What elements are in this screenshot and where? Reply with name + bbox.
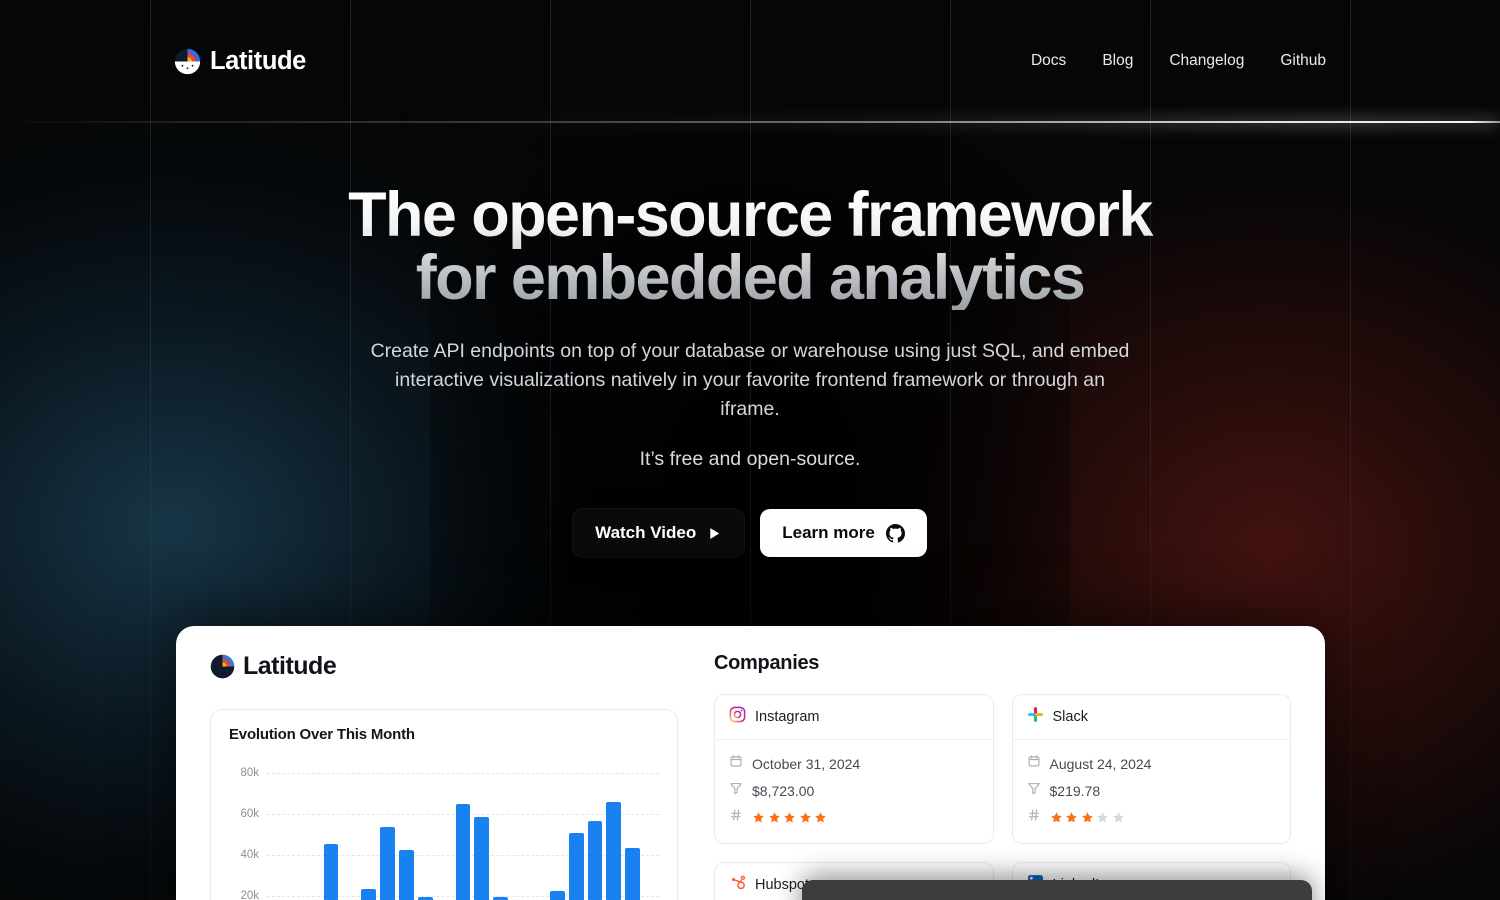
star-icon [1112, 812, 1124, 823]
star-icon [1081, 812, 1093, 823]
funnel-icon [1027, 781, 1041, 800]
y-tick-label: 80k [240, 767, 259, 779]
funnel-icon [729, 781, 743, 800]
star-icon [768, 812, 780, 823]
brand-logo[interactable]: Latitude [174, 47, 306, 76]
main-nav: Docs Blog Changelog Github [1031, 52, 1326, 70]
chart-bar[interactable] [587, 821, 603, 900]
hubspot-icon [729, 874, 746, 896]
chart-plot-area [267, 757, 659, 900]
hash-icon [729, 808, 743, 827]
star-icon [784, 812, 795, 823]
rating-stars [752, 811, 827, 824]
rating-stars [1050, 811, 1125, 824]
companies-heading: Companies [714, 652, 820, 674]
company-name: Slack [1052, 709, 1088, 725]
hash-icon [1027, 808, 1041, 827]
company-name: Instagram [755, 709, 820, 725]
star-icon [1097, 812, 1108, 823]
dashboard-left-column: Latitude Evolution Over This Month 80k 6… [210, 652, 678, 900]
star-icon [815, 812, 826, 823]
company-card-body: October 31, 2024 $8,723.00 [715, 740, 993, 843]
brand-name: Latitude [210, 46, 306, 75]
chart-body: 80k 60k 40k 20k [229, 757, 659, 900]
hero-cta-row: Watch Video Learn more [0, 509, 1500, 558]
chart-bar[interactable] [455, 804, 471, 900]
chart-bar[interactable] [568, 832, 584, 900]
chart-bar[interactable] [323, 843, 339, 900]
bottom-popup-panel[interactable] [802, 880, 1312, 900]
company-amount-row: $219.78 [1027, 777, 1277, 804]
company-amount-row: $8,723.00 [729, 777, 979, 804]
chart-bars [267, 757, 659, 900]
page-title: The open-source framework for embedded a… [0, 184, 1500, 310]
y-tick-label: 40k [240, 849, 259, 861]
company-date-value: August 24, 2024 [1049, 755, 1152, 772]
company-card-body: August 24, 2024 $219.78 [1013, 740, 1291, 843]
nav-link-changelog[interactable]: Changelog [1169, 52, 1244, 70]
site-header: Latitude Docs Blog Changelog Github [0, 0, 1500, 122]
company-card[interactable]: Instagram October 31, 2024 $8,723.00 [714, 694, 994, 844]
slack-icon [1027, 706, 1044, 728]
company-card-header: Instagram [715, 695, 993, 740]
chart-bar[interactable] [474, 817, 490, 900]
header-divider [0, 121, 1500, 123]
chart-bar[interactable] [549, 891, 565, 900]
dashboard-right-column: Companies Instagram October 31, 2024 $8,72… [714, 652, 1291, 900]
latitude-rainbow-logo-icon [174, 48, 201, 74]
companies-grid: Instagram October 31, 2024 $8,723.00 Slack A… [714, 694, 1291, 900]
y-tick-label: 20k [240, 890, 259, 900]
headline-line-1: The open-source framework [348, 180, 1152, 250]
company-name: Hubspot [755, 877, 810, 893]
landing-page: Latitude Docs Blog Changelog Github The … [0, 0, 1500, 900]
company-date-value: October 31, 2024 [752, 755, 861, 772]
company-date-row: August 24, 2024 [1027, 750, 1277, 777]
chart-card: Evolution Over This Month 80k 60k 40k 20… [210, 709, 678, 900]
dashboard-preview: Latitude Evolution Over This Month 80k 6… [176, 626, 1325, 900]
chart-bar[interactable] [625, 847, 641, 900]
watch-video-button[interactable]: Watch Video [573, 509, 745, 558]
dashboard-brand-logo: Latitude [210, 652, 678, 681]
star-icon [753, 812, 764, 823]
play-icon [710, 527, 720, 539]
company-amount-value: $8,723.00 [752, 782, 815, 799]
latitude-rainbow-logo-icon [210, 654, 235, 679]
y-tick-label: 60k [240, 808, 259, 820]
star-icon [1066, 812, 1077, 823]
learn-more-button[interactable]: Learn more [760, 509, 927, 558]
learn-more-label: Learn more [782, 523, 875, 543]
star-icon [1050, 812, 1062, 823]
chart-title: Evolution Over This Month [229, 726, 415, 743]
chart-y-axis: 80k 60k 40k 20k [229, 757, 265, 900]
company-card[interactable]: Slack August 24, 2024 $219.78 [1011, 694, 1291, 844]
nav-link-blog[interactable]: Blog [1102, 52, 1133, 70]
chart-bar[interactable] [361, 889, 377, 900]
nav-link-github[interactable]: Github [1280, 52, 1326, 70]
hero-tagline: It’s free and open-source. [639, 448, 861, 471]
calendar-icon [729, 754, 743, 773]
company-rating-row [729, 804, 979, 831]
hero-subtitle: Create API endpoints on top of your data… [370, 340, 1130, 421]
company-amount-value: $219.78 [1049, 782, 1101, 799]
watch-video-label: Watch Video [595, 523, 697, 543]
chart-bar[interactable] [606, 802, 622, 900]
nav-link-docs[interactable]: Docs [1031, 52, 1066, 70]
company-date-row: October 31, 2024 [729, 750, 979, 777]
hero-section: The open-source framework for embedded a… [0, 122, 1500, 558]
company-rating-row [1027, 804, 1277, 831]
headline-line-2: for embedded analytics [415, 243, 1085, 313]
company-card-header: Slack [1012, 695, 1290, 740]
dashboard-brand-name: Latitude [243, 652, 337, 680]
github-icon [885, 523, 905, 543]
calendar-icon [1027, 754, 1041, 773]
chart-bar[interactable] [399, 849, 414, 900]
instagram-icon [729, 706, 746, 728]
chart-bar[interactable] [380, 826, 396, 900]
star-icon [799, 812, 811, 823]
